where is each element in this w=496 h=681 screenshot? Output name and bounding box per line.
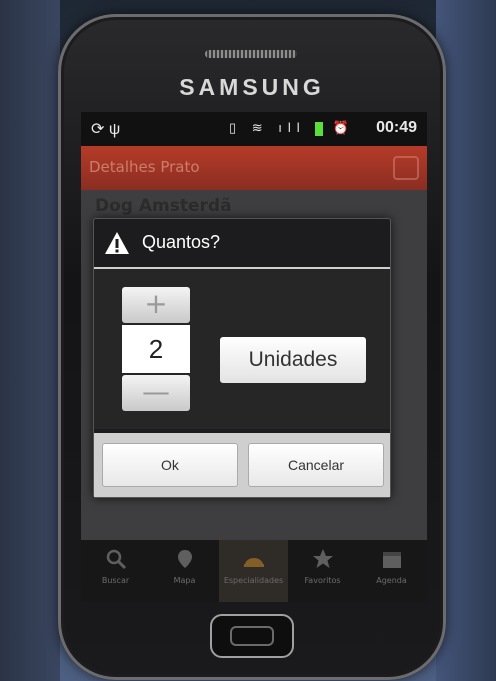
- app-bar-title: Detalhes Prato: [89, 158, 200, 176]
- cancel-button[interactable]: Cancelar: [248, 443, 384, 487]
- earpiece-speaker: [205, 50, 297, 58]
- status-time: 00:49: [376, 119, 417, 136]
- ok-button[interactable]: Ok: [102, 443, 238, 487]
- dialog-header: Quantos?: [94, 219, 390, 269]
- status-icons: ▯ ≋ ıll ⏰: [229, 120, 356, 136]
- calendar-icon: [382, 552, 401, 568]
- search-icon: [106, 549, 126, 570]
- warning-icon: [105, 232, 129, 254]
- battery-icon: [315, 121, 324, 136]
- sync-usb-icons: ⟳ ψ: [91, 121, 121, 138]
- app-bar: Detalhes Prato: [81, 146, 427, 190]
- quantity-dialog: Quantos? + 2 — Unidades Ok Cancelar: [93, 218, 391, 498]
- phone-screen: ⟳ ψ ▯ ≋ ıll ⏰ 00:49 Detalhes Prato Dog A…: [81, 112, 427, 602]
- quantity-value[interactable]: 2: [122, 325, 190, 373]
- dialog-body: + 2 — Unidades: [94, 269, 390, 429]
- tab-favoritos[interactable]: Favoritos: [288, 540, 357, 602]
- tab-label: Agenda: [376, 576, 407, 585]
- menu-icon[interactable]: [393, 156, 419, 180]
- tab-especialidades[interactable]: Especialidades: [219, 540, 288, 602]
- tab-agenda[interactable]: Agenda: [357, 540, 426, 602]
- unit-selector-button[interactable]: Unidades: [220, 337, 366, 383]
- brand-logo: SAMSUNG: [179, 74, 325, 100]
- increment-button[interactable]: +: [122, 287, 190, 323]
- tab-label: Favoritos: [304, 576, 341, 585]
- dialog-title: Quantos?: [142, 232, 221, 252]
- dialog-footer: Ok Cancelar: [94, 433, 390, 497]
- star-icon: [312, 549, 333, 568]
- item-title: Dog Amsterdã: [95, 196, 232, 216]
- specialties-icon: [243, 558, 264, 567]
- quantity-picker: + 2 —: [122, 287, 190, 411]
- phone-body: SAMSUNG ⟳ ψ ▯ ≋ ıll ⏰ 00:49 Detalhes Pra…: [58, 14, 446, 680]
- status-bar: ⟳ ψ ▯ ≋ ıll ⏰ 00:49: [81, 112, 427, 146]
- tab-label: Especialidades: [223, 576, 284, 585]
- tab-buscar[interactable]: Buscar: [81, 540, 150, 602]
- map-pin-icon: [177, 550, 192, 568]
- tab-label: Mapa: [173, 576, 196, 585]
- tab-mapa[interactable]: Mapa: [150, 540, 219, 602]
- photo-background-left: [0, 0, 60, 681]
- tab-label: Buscar: [101, 576, 130, 585]
- decrement-button[interactable]: —: [122, 375, 190, 411]
- bottom-tab-bar: Buscar Mapa Especialidades Favoritos Age…: [81, 540, 427, 602]
- home-button[interactable]: [210, 614, 294, 658]
